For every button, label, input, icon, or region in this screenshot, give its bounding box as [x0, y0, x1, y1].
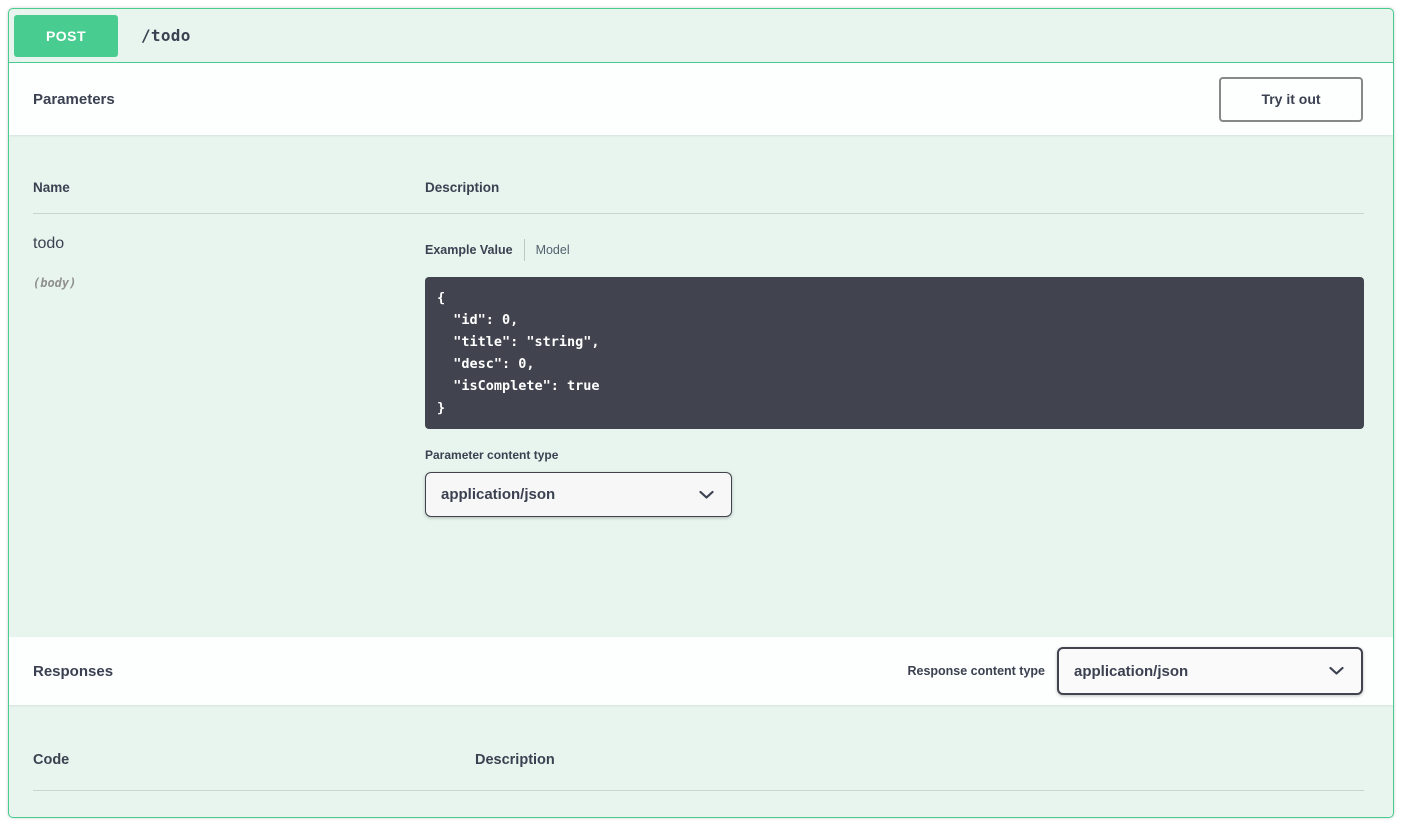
http-method-badge[interactable]: POST [14, 15, 118, 57]
response-content-type-select-wrap: application/json [1057, 647, 1363, 695]
operation-summary[interactable]: POST /todo [9, 9, 1393, 63]
example-value-code-block: { "id": 0, "title": "string", "desc": 0,… [425, 277, 1364, 429]
parameter-content-type-select-wrap: application/json [425, 472, 732, 517]
responses-section-header: Responses Response content type applicat… [9, 637, 1393, 705]
parameter-row-todo: todo (body) Example Value Model { "id": … [33, 214, 1364, 517]
responses-title: Responses [33, 663, 113, 680]
parameters-table-head: Name Description [33, 135, 1364, 195]
endpoint-path: /todo [141, 26, 191, 45]
column-header-name: Name [33, 180, 425, 195]
table-head-divider [33, 790, 1364, 791]
operation-block-post-todo: POST /todo Parameters Try it out Name De… [8, 8, 1394, 818]
parameter-name: todo [33, 235, 425, 253]
try-it-out-button[interactable]: Try it out [1219, 77, 1363, 122]
parameter-content-type-label: Parameter content type [425, 448, 1364, 462]
tab-model[interactable]: Model [536, 243, 570, 257]
responses-body: Code Description [9, 705, 1393, 817]
column-header-description: Description [425, 180, 1364, 195]
column-header-code: Code [33, 752, 475, 768]
parameter-content-type-select[interactable]: application/json [426, 473, 731, 516]
model-example-tabs: Example Value Model [425, 239, 1364, 261]
parameter-description-cell: Example Value Model { "id": 0, "title": … [425, 235, 1364, 517]
response-content-type-label: Response content type [907, 664, 1045, 678]
tab-separator [524, 239, 525, 261]
parameters-title: Parameters [33, 91, 115, 108]
column-header-description: Description [475, 752, 1364, 768]
response-content-type-select[interactable]: application/json [1059, 649, 1361, 693]
responses-table-head: Code Description [33, 705, 1364, 768]
parameter-name-cell: todo (body) [33, 235, 425, 517]
response-content-type-group: Response content type application/json [907, 647, 1363, 695]
tab-example-value[interactable]: Example Value [425, 243, 513, 257]
parameters-section-header: Parameters Try it out [9, 63, 1393, 135]
parameter-location: (body) [33, 276, 425, 290]
parameters-body: Name Description todo (body) Example Val… [9, 135, 1393, 637]
